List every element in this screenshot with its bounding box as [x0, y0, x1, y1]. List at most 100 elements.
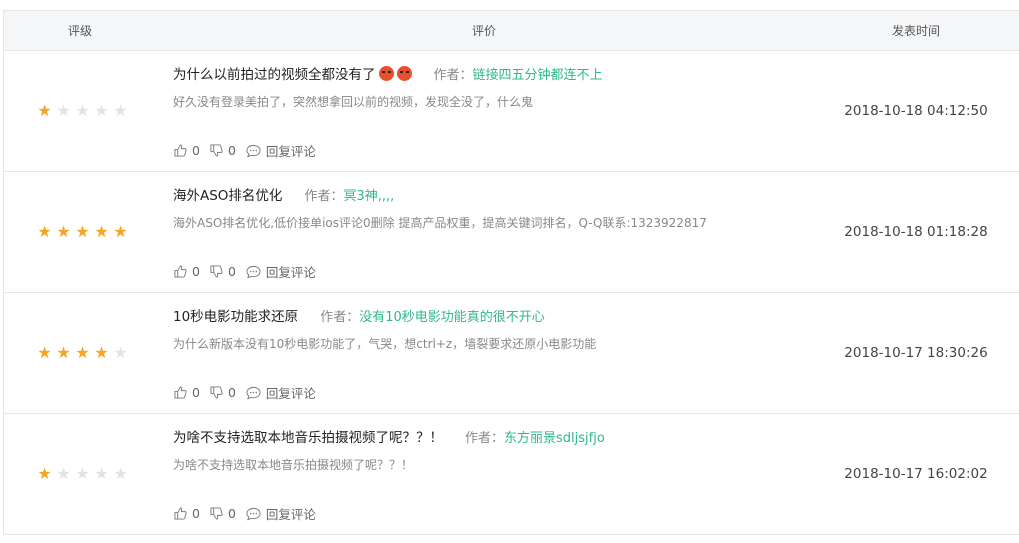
comment-icon — [246, 144, 261, 157]
review-title: 海外ASO排名优化 — [173, 188, 283, 204]
thumbs-up-icon — [174, 507, 187, 520]
thumbs-down-icon — [210, 265, 223, 278]
author-name[interactable]: 冥3神,,,, — [343, 185, 394, 204]
rating-cell: ★ ★ ★ ★ ★ — [4, 172, 171, 292]
review-actions: 0 0 回复评论 — [174, 141, 326, 160]
star-rating: ★ ★ ★ ★ ★ — [36, 466, 129, 482]
star-empty-icon: ★ — [94, 464, 109, 483]
star-filled-icon: ★ — [37, 222, 52, 241]
table-row: ★ ★ ★ ★ ★ 为啥不支持选取本地音乐拍摄视频了呢？？！ 作者： 东方丽景sdljs… — [4, 414, 1019, 535]
angry-face-icon — [396, 65, 412, 81]
star-filled-icon: ★ — [75, 343, 90, 362]
time-cell: 2018-10-18 01:18:28 — [844, 224, 988, 240]
thumbs-up-icon — [174, 386, 187, 399]
reply-button[interactable]: 回复评论 — [246, 504, 316, 523]
author-name[interactable]: 东方丽景sdljsjfjo — [504, 427, 605, 446]
thumbs-up-icon — [174, 265, 187, 278]
like-count: 0 — [192, 506, 200, 521]
star-filled-icon: ★ — [94, 222, 109, 241]
star-filled-icon: ★ — [75, 222, 90, 241]
table-row: ★ ★ ★ ★ ★ 海外ASO排名优化 作者： 冥3神,,,, 海外ASO排名优化,低价… — [4, 172, 1019, 293]
dislike-button[interactable]: 0 — [210, 506, 236, 521]
header-rating: 评级 — [67, 24, 92, 38]
dislike-count: 0 — [227, 385, 236, 400]
like-count: 0 — [192, 385, 200, 400]
star-empty-icon: ★ — [75, 464, 90, 483]
review-actions: 0 0 回复评论 — [174, 262, 326, 281]
star-empty-icon: ★ — [113, 101, 128, 120]
star-empty-icon: ★ — [113, 464, 128, 483]
dislike-button[interactable]: 0 — [210, 385, 236, 400]
thumbs-down-icon — [210, 144, 223, 157]
dislike-button[interactable]: 0 — [210, 143, 236, 158]
header-time: 发表时间 — [891, 24, 940, 38]
dislike-count: 0 — [227, 143, 236, 158]
review-title: 为什么以前拍过的视频全都没有了 — [173, 67, 376, 83]
review-content: 海外ASO排名优化,低价接单ios评论0删除 提高产品权重，提高关键词排名，Q-… — [173, 216, 707, 230]
review-actions: 0 0 回复评论 — [174, 504, 326, 523]
like-button[interactable]: 0 — [174, 385, 200, 400]
like-count: 0 — [192, 264, 200, 279]
time-cell: 2018-10-18 04:12:50 — [844, 103, 988, 119]
review-content: 好久没有登录美拍了，突然想拿回以前的视频，发现全没了，什么鬼 — [173, 95, 534, 109]
star-filled-icon: ★ — [37, 464, 52, 483]
time-cell: 2018-10-17 18:30:26 — [844, 345, 988, 361]
reviews-table: 评级 评价 发表时间 ★ ★ ★ ★ ★ 为什么以前拍过的视频全都没有了 作者： 链接四… — [3, 10, 1019, 535]
review-title: 为啥不支持选取本地音乐拍摄视频了呢？？！ — [173, 430, 443, 446]
review-content: 为啥不支持选取本地音乐拍摄视频了呢？？！ — [173, 458, 414, 472]
reply-label: 回复评论 — [265, 144, 316, 159]
star-empty-icon: ★ — [56, 464, 71, 483]
review-content: 为什么新版本没有10秒电影功能了，气哭，想ctrl+z，墙裂要求还原小电影功能 — [173, 337, 597, 351]
reply-button[interactable]: 回复评论 — [246, 262, 316, 281]
star-filled-icon: ★ — [113, 222, 128, 241]
author-label: 作者： — [433, 67, 473, 83]
review-actions: 0 0 回复评论 — [174, 383, 326, 402]
star-filled-icon: ★ — [37, 101, 52, 120]
comment-icon — [246, 386, 261, 399]
author-name[interactable]: 没有10秒电影功能真的很不开心 — [359, 306, 545, 325]
dislike-count: 0 — [227, 264, 236, 279]
star-filled-icon: ★ — [94, 343, 109, 362]
like-count: 0 — [192, 143, 200, 158]
thumbs-down-icon — [210, 386, 223, 399]
comment-icon — [246, 265, 261, 278]
table-row: ★ ★ ★ ★ ★ 为什么以前拍过的视频全都没有了 作者： 链接四五分钟都连不上 好久没… — [4, 51, 1019, 172]
reply-label: 回复评论 — [265, 386, 316, 401]
review-title: 10秒电影功能求还原 — [173, 309, 299, 325]
rating-cell: ★ ★ ★ ★ ★ — [4, 414, 171, 534]
author-label: 作者： — [465, 430, 505, 446]
like-button[interactable]: 0 — [174, 143, 200, 158]
time-cell: 2018-10-17 16:02:02 — [844, 466, 988, 482]
dislike-button[interactable]: 0 — [210, 264, 236, 279]
star-empty-icon: ★ — [113, 343, 128, 362]
rating-cell: ★ ★ ★ ★ ★ — [4, 293, 171, 413]
star-empty-icon: ★ — [75, 101, 90, 120]
star-rating: ★ ★ ★ ★ ★ — [36, 224, 129, 240]
star-rating: ★ ★ ★ ★ ★ — [36, 345, 129, 361]
review-cell: 10秒电影功能求还原 作者： 没有10秒电影功能真的很不开心 为什么新版本没有1… — [171, 293, 812, 413]
star-rating: ★ ★ ★ ★ ★ — [36, 103, 129, 119]
reply-button[interactable]: 回复评论 — [246, 141, 316, 160]
like-button[interactable]: 0 — [174, 264, 200, 279]
reply-label: 回复评论 — [265, 265, 316, 280]
author-label: 作者： — [304, 188, 344, 204]
reply-button[interactable]: 回复评论 — [246, 383, 316, 402]
star-empty-icon: ★ — [94, 101, 109, 120]
review-title-line: 为什么以前拍过的视频全都没有了 作者： 链接四五分钟都连不上 — [173, 63, 603, 83]
author-name[interactable]: 链接四五分钟都连不上 — [473, 64, 603, 83]
like-button[interactable]: 0 — [174, 506, 200, 521]
star-filled-icon: ★ — [37, 343, 52, 362]
star-filled-icon: ★ — [56, 222, 71, 241]
star-empty-icon: ★ — [56, 101, 71, 120]
author-label: 作者： — [320, 309, 360, 325]
review-title-line: 海外ASO排名优化 作者： 冥3神,,,, — [173, 184, 394, 204]
review-cell: 海外ASO排名优化 作者： 冥3神,,,, 海外ASO排名优化,低价接单ios评… — [171, 172, 812, 292]
reply-label: 回复评论 — [265, 507, 316, 522]
thumbs-up-icon — [174, 144, 187, 157]
rating-cell: ★ ★ ★ ★ ★ — [4, 51, 171, 171]
table-row: ★ ★ ★ ★ ★ 10秒电影功能求还原 作者： 没有10秒电影功能真的很不开心 为什么… — [4, 293, 1019, 414]
review-cell: 为啥不支持选取本地音乐拍摄视频了呢？？！ 作者： 东方丽景sdljsjfjo 为… — [171, 414, 812, 534]
angry-face-icon — [378, 65, 394, 81]
review-title-line: 10秒电影功能求还原 作者： 没有10秒电影功能真的很不开心 — [173, 305, 545, 325]
comment-icon — [246, 507, 261, 520]
